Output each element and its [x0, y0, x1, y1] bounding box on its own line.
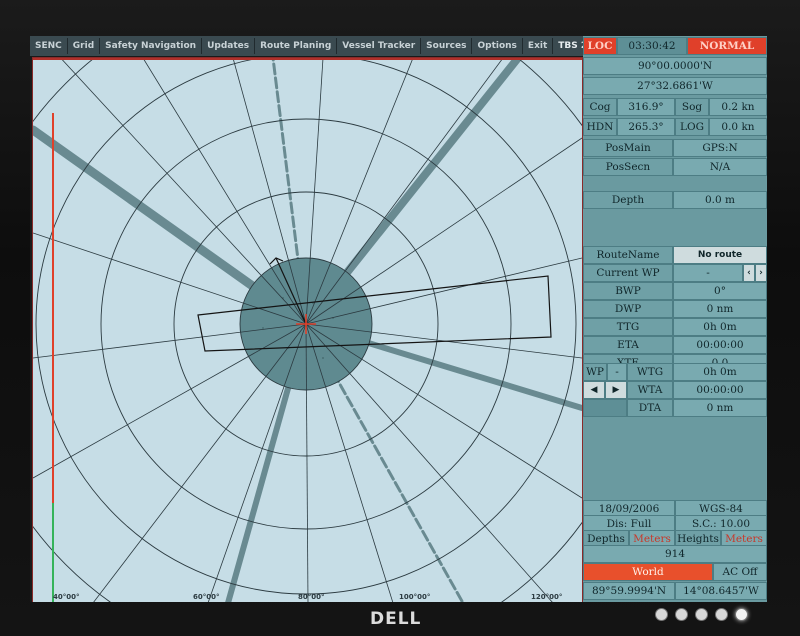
chart-view[interactable]: 40°00° 60°00° 80°00° 100°00° 120°00° — [32, 57, 583, 602]
monitor-input-button[interactable] — [715, 608, 728, 621]
ac-off-button[interactable]: AC Off — [713, 563, 767, 581]
depth-label: Depth — [583, 191, 673, 209]
dta-value: 0 nm — [673, 399, 767, 417]
routename-label: RouteName — [583, 246, 673, 264]
monitor-menu-button[interactable] — [655, 608, 668, 621]
sog-label: Sog — [675, 98, 709, 116]
possecn-value: N/A — [673, 158, 767, 176]
vessel-longitude: 27°32.6861'W — [583, 77, 767, 95]
log-value: 0.0 kn — [709, 118, 767, 136]
longitude-label-100: 100°00° — [399, 593, 431, 601]
dell-logo: DELL — [370, 609, 422, 629]
dta-label: DTA — [627, 399, 673, 417]
hdn-label: HDN — [583, 118, 617, 136]
hdn-value: 265.3° — [617, 118, 675, 136]
menu-bar: SENC Grid Safety Navigation Updates Rout… — [30, 36, 634, 56]
longitude-label-120: 120°00° — [531, 593, 563, 601]
route-next-button[interactable]: ▶ — [605, 381, 627, 399]
cursor-longitude: 14°08.6457'W — [675, 582, 767, 600]
longitude-label-40: 40°00° — [53, 593, 80, 601]
wp-label: WP — [583, 363, 607, 381]
vessel-latitude: 90°00.0000'N — [583, 57, 767, 75]
bwp-value: 0° — [673, 282, 767, 300]
depth-value: 0.0 m — [673, 191, 767, 209]
longitude-label-60: 60°00° — [193, 593, 220, 601]
bwp-label: BWP — [583, 282, 673, 300]
dwp-value: 0 nm — [673, 300, 767, 318]
monitor-down-button[interactable] — [675, 608, 688, 621]
cog-label: Cog — [583, 98, 617, 116]
monitor-buttons — [655, 608, 748, 621]
ttg-label: TTG — [583, 318, 673, 336]
route-prev-button[interactable]: ◀ — [583, 381, 605, 399]
menu-exit[interactable]: Exit — [523, 38, 554, 54]
menu-vessel-tracker[interactable]: Vessel Tracker — [337, 38, 422, 54]
menu-updates[interactable]: Updates — [202, 38, 256, 54]
alarm-status[interactable]: NORMAL — [687, 37, 767, 55]
wp-value: - — [607, 363, 627, 381]
menu-senc[interactable]: SENC — [30, 38, 68, 54]
posmain-label: PosMain — [583, 139, 673, 157]
status-row: LOC 03:30:42 NORMAL — [583, 37, 767, 55]
right-triangle-icon: ▶ — [612, 385, 620, 395]
polar-chart-graphic — [33, 58, 582, 602]
longitude-label-80: 80°00° — [298, 593, 325, 601]
wta-value: 00:00:00 — [673, 381, 767, 399]
dwp-label: DWP — [583, 300, 673, 318]
info-panel: LOC 03:30:42 NORMAL 90°00.0000'N 27°32.6… — [583, 36, 767, 602]
power-icon[interactable] — [735, 608, 748, 621]
route-select-button[interactable]: No route — [673, 246, 767, 264]
posmain-value: GPS:N — [673, 139, 767, 157]
clock: 03:30:42 — [617, 37, 687, 55]
world-button[interactable]: World — [583, 563, 713, 581]
eta-value: 00:00:00 — [673, 336, 767, 354]
ttg-value: 0h 0m — [673, 318, 767, 336]
left-triangle-icon: ◀ — [590, 385, 598, 395]
menu-route-planing[interactable]: Route Planing — [255, 38, 338, 54]
left-arrow-icon: ‹ — [747, 268, 751, 278]
blank-cell — [583, 399, 627, 417]
eta-label: ETA — [583, 336, 673, 354]
monitor-up-button[interactable] — [695, 608, 708, 621]
current-wp-label: Current WP — [583, 264, 673, 282]
possecn-label: PosSecn — [583, 158, 673, 176]
wta-label: WTA — [627, 381, 673, 399]
menu-grid[interactable]: Grid — [68, 38, 101, 54]
log-label: LOG — [675, 118, 709, 136]
wtg-label: WTG — [627, 363, 673, 381]
menu-safety-navigation[interactable]: Safety Navigation — [100, 38, 203, 54]
loc-indicator[interactable]: LOC — [583, 37, 617, 55]
menu-sources[interactable]: Sources — [421, 38, 473, 54]
ecdis-screen: SENC Grid Safety Navigation Updates Rout… — [30, 36, 767, 602]
menu-options[interactable]: Options — [472, 38, 523, 54]
cursor-latitude: 89°59.9994'N — [583, 582, 675, 600]
right-arrow-icon: › — [759, 268, 763, 278]
current-wp-value: - — [673, 264, 743, 282]
cog-value: 316.9° — [617, 98, 675, 116]
sog-value: 0.2 kn — [709, 98, 767, 116]
number-readout: 914 — [583, 545, 767, 563]
wtg-value: 0h 0m — [673, 363, 767, 381]
wp-next-button[interactable]: › — [755, 264, 767, 282]
wp-prev-button[interactable]: ‹ — [743, 264, 755, 282]
